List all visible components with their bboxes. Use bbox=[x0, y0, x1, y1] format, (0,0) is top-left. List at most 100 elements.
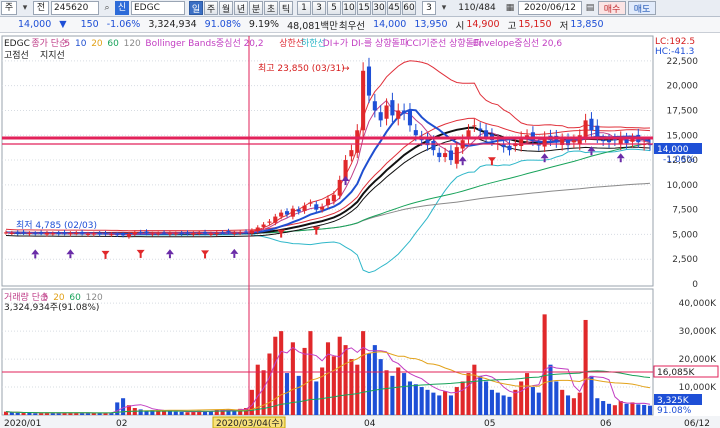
search-icon[interactable]: ⌕ bbox=[101, 2, 113, 14]
candle-body bbox=[366, 66, 372, 96]
period-tab[interactable]: 일 bbox=[189, 1, 203, 15]
legend-item: 20 bbox=[53, 293, 65, 303]
buy-button[interactable]: 매수 bbox=[598, 1, 626, 15]
dropdown-icon[interactable]: ▾ bbox=[438, 2, 450, 14]
volume-bar bbox=[115, 402, 120, 415]
minute-tab[interactable]: 60 bbox=[402, 1, 416, 15]
current-price-box-text: 14,000 bbox=[657, 145, 689, 155]
prev-button[interactable]: 전 bbox=[33, 1, 49, 15]
candle-body bbox=[472, 125, 477, 127]
date-input[interactable]: 2020/06/12 bbox=[518, 1, 582, 15]
y-tick-label: 0 bbox=[692, 280, 698, 290]
volume-bar bbox=[413, 384, 418, 415]
candle-body bbox=[595, 125, 600, 138]
sell-button[interactable]: 매도 bbox=[628, 1, 656, 15]
y-tick-label: 15,000 bbox=[667, 131, 699, 141]
candle-body bbox=[74, 232, 79, 234]
signal-arrow-stem bbox=[619, 158, 622, 163]
volume-bar bbox=[33, 413, 38, 415]
candle-body bbox=[454, 147, 459, 164]
volume-bar bbox=[21, 413, 26, 415]
interval-input[interactable]: 3 bbox=[422, 1, 436, 15]
volume-current-box-text: 3,325K bbox=[657, 396, 690, 406]
stock-code-input[interactable]: 245620 bbox=[51, 1, 99, 15]
volume-bar bbox=[50, 413, 55, 415]
hc-label: HC:-41.3 bbox=[655, 47, 694, 57]
candle-body bbox=[443, 153, 448, 158]
volume-bar bbox=[320, 367, 325, 415]
minute-tab[interactable]: 1 bbox=[297, 1, 311, 15]
period-tab[interactable]: 틱 bbox=[279, 1, 293, 15]
signal-arrow-stem bbox=[69, 254, 72, 259]
volume-bar bbox=[642, 404, 647, 415]
minute-tab[interactable]: 45 bbox=[387, 1, 401, 15]
dropdown-icon[interactable]: ▾ bbox=[19, 2, 31, 14]
candle-body bbox=[56, 232, 61, 234]
volume-bar bbox=[349, 359, 354, 415]
minute-tab[interactable]: 15 bbox=[357, 1, 371, 15]
candle-body bbox=[103, 232, 108, 234]
volume-bar bbox=[337, 336, 342, 415]
legend-item: 5 bbox=[43, 293, 49, 303]
high-label: 고 bbox=[507, 20, 517, 32]
legend-item: 5 bbox=[64, 39, 70, 49]
candle-body bbox=[232, 232, 237, 234]
candle-body bbox=[121, 233, 126, 236]
volume-bar bbox=[325, 342, 331, 415]
candle-body bbox=[284, 211, 290, 215]
volume-bar bbox=[85, 413, 91, 415]
high-annotation: 최고 23,850 (03/31) bbox=[258, 63, 345, 74]
volume-bar bbox=[501, 395, 506, 415]
candle-body bbox=[15, 232, 20, 234]
market-badge: 신 bbox=[115, 1, 129, 15]
candle-body bbox=[501, 144, 506, 148]
grid-icon[interactable]: ▦ bbox=[504, 2, 516, 14]
volume-bar bbox=[448, 395, 453, 415]
candle-body bbox=[413, 130, 418, 136]
x-tick-label: 04 bbox=[364, 419, 376, 428]
volume-bar bbox=[384, 370, 389, 415]
chart-area[interactable]: EDGC 종가 단순 5 10 20 60 120 Bollinger Bands중심선 20… bbox=[0, 34, 720, 428]
volume-bar bbox=[595, 398, 600, 415]
legend-item: 종가 단순 bbox=[31, 38, 67, 49]
volume-bar bbox=[402, 373, 407, 415]
candle-body bbox=[126, 233, 131, 237]
period-tab[interactable]: 분 bbox=[249, 1, 263, 15]
stock-chart[interactable]: EDGC 종가 단순5 10 20 60 120 Bollinger Bands중심선 20… bbox=[0, 34, 720, 428]
volume-bar bbox=[536, 392, 541, 415]
legend-item: 120 bbox=[124, 39, 141, 49]
legend-item: 20 bbox=[91, 39, 103, 49]
candle-body bbox=[384, 105, 389, 119]
volume-bar bbox=[185, 412, 190, 415]
legend-item: DI+가 DI-를 상향돌파 bbox=[323, 37, 409, 49]
candle-body bbox=[249, 230, 254, 234]
candle-body bbox=[208, 233, 213, 235]
minute-tab[interactable]: 10 bbox=[342, 1, 356, 15]
volume-bar bbox=[372, 345, 377, 415]
candle-body bbox=[9, 232, 14, 234]
current-price: 14,000 bbox=[18, 19, 52, 30]
signal-arrow-stem bbox=[34, 254, 37, 259]
candle-body bbox=[402, 110, 407, 114]
stock-type-select[interactable]: 주 bbox=[1, 1, 17, 15]
calendar-icon[interactable]: ▤ bbox=[584, 2, 596, 14]
period-tab[interactable]: 초 bbox=[264, 1, 278, 15]
candle-body bbox=[273, 216, 278, 223]
volume-bar bbox=[396, 367, 401, 415]
minute-tab[interactable]: 3 bbox=[312, 1, 326, 15]
minute-tab[interactable]: 30 bbox=[372, 1, 386, 15]
candle-body bbox=[343, 160, 348, 179]
period-tab[interactable]: 월 bbox=[219, 1, 233, 15]
minute-tab[interactable]: 5 bbox=[327, 1, 341, 15]
signal-arrow-stem bbox=[168, 254, 171, 259]
volume-bar bbox=[489, 389, 494, 415]
volume-bar bbox=[612, 405, 617, 415]
legend-item: EDGC bbox=[4, 39, 30, 49]
legend-item: 10 bbox=[75, 39, 87, 49]
volume-bar bbox=[478, 375, 483, 415]
stock-name-field[interactable]: EDGC bbox=[131, 1, 185, 15]
volume-bar bbox=[624, 403, 629, 415]
period-tab[interactable]: 주 bbox=[204, 1, 218, 15]
volume-bar bbox=[361, 331, 366, 415]
period-tab[interactable]: 년 bbox=[234, 1, 248, 15]
